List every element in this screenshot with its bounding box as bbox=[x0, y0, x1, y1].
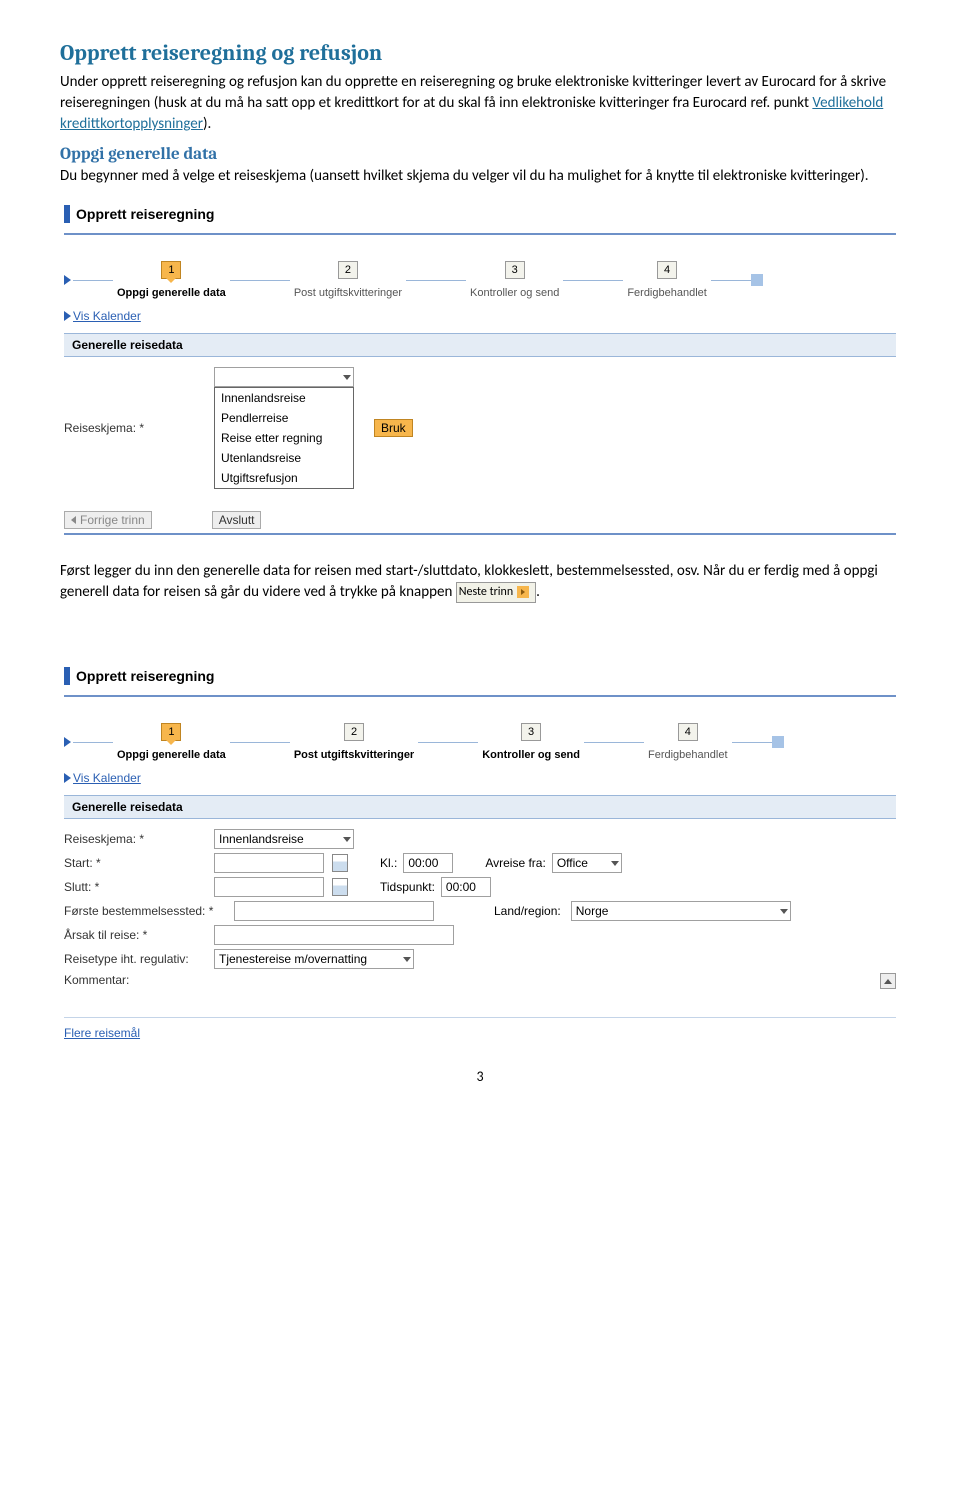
chevron-down-icon bbox=[780, 909, 788, 914]
step-1[interactable]: 1 bbox=[161, 723, 181, 741]
step-3[interactable]: 3 bbox=[505, 261, 525, 279]
arsak-input[interactable] bbox=[214, 925, 454, 945]
avslutt-button[interactable]: Avslutt bbox=[212, 511, 262, 529]
start-time-input[interactable] bbox=[403, 853, 453, 873]
regulativ-label: Reisetype iht. regulativ: bbox=[64, 952, 214, 966]
section-paragraph: Du begynner med å velge et reiseskjema (… bbox=[60, 166, 900, 187]
dropdown-option[interactable]: Innenlandsreise bbox=[215, 388, 353, 408]
step-4-label: Ferdigbehandlet bbox=[627, 287, 707, 299]
show-calendar-link[interactable]: Vis Kalender bbox=[73, 309, 141, 323]
roadmap-end-icon bbox=[751, 274, 763, 286]
reiseskjema-select[interactable] bbox=[214, 367, 354, 387]
next-step-inline-button: Neste trinn bbox=[456, 582, 536, 603]
step-2[interactable]: 2 bbox=[344, 723, 364, 741]
p3-text-b: . bbox=[536, 583, 540, 601]
regulativ-value: Tjenestereise m/overnatting bbox=[219, 952, 367, 966]
step-roadmap: 1 Oppgi generelle data 2 Post utgiftskvi… bbox=[64, 723, 896, 761]
dropdown-option[interactable]: Reise etter regning bbox=[215, 428, 353, 448]
page-number: 3 bbox=[60, 1068, 900, 1085]
calendar-icon[interactable] bbox=[332, 878, 348, 896]
intro-text-a: Under opprett reiseregning og refusjon k… bbox=[60, 73, 886, 112]
step-1-label: Oppgi generelle data bbox=[117, 749, 226, 761]
roadmap-start-icon bbox=[64, 275, 71, 285]
step-roadmap: 1 Oppgi generelle data 2 Post utgiftskvi… bbox=[64, 261, 896, 299]
reiseskjema-dropdown: Innenlandsreise Pendlerreise Reise etter… bbox=[214, 387, 354, 489]
section-header: Generelle reisedata bbox=[64, 795, 896, 819]
start-label: Start: * bbox=[64, 856, 214, 870]
step-4[interactable]: 4 bbox=[678, 723, 698, 741]
previous-step-label: Forrige trinn bbox=[80, 513, 145, 527]
flere-reisemal-link[interactable]: Flere reisemål bbox=[64, 1026, 140, 1040]
step-1-label: Oppgi generelle data bbox=[117, 287, 226, 299]
reiseskjema-label: Reiseskjema: * bbox=[64, 421, 214, 435]
previous-step-button: Forrige trinn bbox=[64, 511, 152, 529]
dropdown-option[interactable]: Utenlandsreise bbox=[215, 448, 353, 468]
kommentar-label: Kommentar: bbox=[64, 973, 214, 987]
step-4[interactable]: 4 bbox=[657, 261, 677, 279]
triangle-up-icon bbox=[884, 979, 892, 984]
bestemmelse-label: Første bestemmelsessted: * bbox=[64, 904, 234, 918]
section-heading: Oppgi generelle data bbox=[60, 145, 900, 164]
intro-paragraph: Under opprett reiseregning og refusjon k… bbox=[60, 72, 900, 135]
land-select[interactable]: Norge bbox=[571, 901, 791, 921]
reiseskjema-select[interactable]: Innenlandsreise bbox=[214, 829, 354, 849]
dropdown-option[interactable]: Utgiftsrefusjon bbox=[215, 468, 353, 488]
tidspunkt-label: Tidspunkt: bbox=[380, 880, 435, 894]
accent-block bbox=[64, 667, 70, 685]
regulativ-select[interactable]: Tjenestereise m/overnatting bbox=[214, 949, 414, 969]
bruk-button[interactable]: Bruk bbox=[374, 419, 413, 437]
land-value: Norge bbox=[576, 904, 609, 918]
step-4-label: Ferdigbehandlet bbox=[648, 749, 728, 761]
panel-title: Opprett reiseregning bbox=[76, 668, 214, 684]
chevron-down-icon bbox=[343, 375, 351, 380]
scroll-up-button[interactable] bbox=[880, 973, 896, 989]
calendar-icon[interactable] bbox=[332, 854, 348, 872]
chevron-down-icon bbox=[611, 861, 619, 866]
next-step-label: Neste trinn bbox=[459, 584, 513, 601]
step-3-label: Kontroller og send bbox=[482, 749, 580, 761]
slutt-date-input[interactable] bbox=[214, 877, 324, 897]
step-2-label: Post utgiftskvitteringer bbox=[294, 749, 414, 761]
expand-arrow-icon[interactable] bbox=[64, 773, 71, 783]
bestemmelse-input[interactable] bbox=[234, 901, 434, 921]
step-2-label: Post utgiftskvitteringer bbox=[294, 287, 402, 299]
avreise-select[interactable]: Office bbox=[552, 853, 622, 873]
avreise-label: Avreise fra: bbox=[485, 856, 545, 870]
roadmap-start-icon bbox=[64, 737, 71, 747]
slutt-time-input[interactable] bbox=[441, 877, 491, 897]
section-header: Generelle reisedata bbox=[64, 333, 896, 357]
kl-label: Kl.: bbox=[380, 856, 397, 870]
land-label: Land/region: bbox=[494, 904, 561, 918]
arrow-left-icon bbox=[71, 516, 76, 524]
intro-text-b: ). bbox=[203, 115, 211, 133]
dropdown-option[interactable]: Pendlerreise bbox=[215, 408, 353, 428]
chevron-down-icon bbox=[403, 957, 411, 962]
screenshot-1: Opprett reiseregning 1 Oppgi generelle d… bbox=[60, 199, 900, 541]
screenshot-2: Opprett reiseregning 1 Oppgi generelle d… bbox=[60, 661, 900, 1048]
slutt-label: Slutt: * bbox=[64, 880, 214, 894]
step-3[interactable]: 3 bbox=[521, 723, 541, 741]
start-date-input[interactable] bbox=[214, 853, 324, 873]
reiseskjema-label: Reiseskjema: * bbox=[64, 832, 214, 846]
arsak-label: Årsak til reise: * bbox=[64, 928, 214, 942]
arrow-right-icon bbox=[521, 589, 525, 595]
avreise-value: Office bbox=[557, 856, 588, 870]
panel-title: Opprett reiseregning bbox=[76, 206, 214, 222]
page-title: Opprett reiseregning og refusjon bbox=[60, 40, 900, 66]
step-2[interactable]: 2 bbox=[338, 261, 358, 279]
chevron-down-icon bbox=[343, 837, 351, 842]
step-3-label: Kontroller og send bbox=[470, 287, 559, 299]
accent-block bbox=[64, 205, 70, 223]
step-1[interactable]: 1 bbox=[161, 261, 181, 279]
show-calendar-link[interactable]: Vis Kalender bbox=[73, 771, 141, 785]
roadmap-end-icon bbox=[772, 736, 784, 748]
paragraph-3: Først legger du inn den generelle data f… bbox=[60, 561, 900, 603]
reiseskjema-value: Innenlandsreise bbox=[219, 832, 304, 846]
expand-arrow-icon[interactable] bbox=[64, 311, 71, 321]
